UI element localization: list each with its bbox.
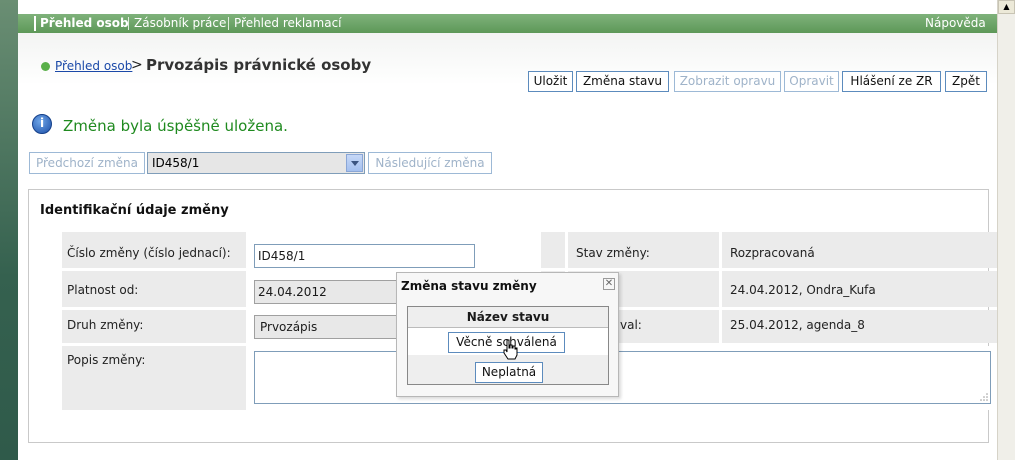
back-button[interactable]: Zpět [945,71,987,92]
change-state-dialog: Změna stavu změny ✕ Název stavu Věcně sc… [396,272,619,397]
previous-change-button[interactable]: Předchozí změna [29,152,145,174]
breadcrumb-separator: > [131,57,143,73]
vertical-scrollbar[interactable]: ▲ [997,0,1015,460]
valid-from-label: Platnost od: [67,283,139,297]
state-column-header: Název stavu [408,307,608,328]
nav-divider [228,17,229,30]
save-button[interactable]: Uložit [528,71,573,92]
show-fix-button[interactable]: Zobrazit opravu [674,71,781,92]
change-number-value: ID458/1 [258,249,306,263]
state-value: Rozpracovaná [730,246,815,260]
page-title: Prvozápis právnické osoby [146,56,372,74]
change-select-value: ID458/1 [152,156,200,170]
change-state-button[interactable]: Změna stavu [576,71,669,92]
nav-item-prehled-reklamaci[interactable]: Přehled reklamací [234,16,342,31]
status-dot-icon [41,62,50,71]
state-label: Stav změny: [576,246,650,260]
modified-value: 25.04.2012, agenda_8 [730,318,865,332]
nav-item-prehled-osob[interactable]: Přehled osob [40,16,129,31]
close-icon[interactable]: ✕ [603,278,615,290]
left-side-panel [0,0,18,460]
created-value: 24.04.2012, Ondra_Kufa [730,283,876,297]
change-select[interactable]: ID458/1 [147,152,365,174]
info-icon: i [32,114,52,134]
chevron-down-icon[interactable] [346,154,363,172]
valid-from-value: 24.04.2012 [258,285,327,299]
section-title: Identifikační údaje změny [40,203,229,218]
change-type-label: Druh změny: [67,318,144,332]
nav-marker [34,16,36,31]
top-strip [18,0,997,14]
nav-divider [128,17,129,30]
state-option-neplatna[interactable]: Neplatná [475,362,543,383]
valid-from-input[interactable]: 24.04.2012 [254,280,400,304]
resize-grip-icon[interactable] [979,392,989,402]
change-type-select[interactable]: Prvozápis [254,315,400,339]
nav-item-zasobnik-prace[interactable]: Zásobník práce [134,16,226,31]
report-zr-button[interactable]: Hlášení ze ZR [842,71,941,92]
scroll-up-arrow-icon[interactable]: ▲ [998,0,1015,14]
modified-label: val: [620,318,642,332]
hand-cursor-icon [503,339,518,360]
top-navigation-bar: Přehled osob Zásobník práce Přehled rekl… [18,14,997,33]
change-number-input[interactable]: ID458/1 [254,244,475,268]
change-number-label: Číslo změny (číslo jednací): [67,246,231,260]
breadcrumb-link-prehled-osob[interactable]: Přehled osob [55,59,132,73]
description-label: Popis změny: [67,353,146,367]
fix-button[interactable]: Opravit [784,71,839,92]
next-change-button[interactable]: Následující změna [368,152,492,174]
table-cell [541,232,565,268]
dialog-title: Změna stavu změny [401,279,537,293]
change-type-value: Prvozápis [260,320,318,334]
description-textarea[interactable] [254,351,991,404]
help-link[interactable]: Nápověda [925,16,986,31]
main-frame: Přehled osob Zásobník práce Přehled rekl… [18,0,997,460]
success-message: Změna byla úspěšně uložena. [63,117,288,135]
